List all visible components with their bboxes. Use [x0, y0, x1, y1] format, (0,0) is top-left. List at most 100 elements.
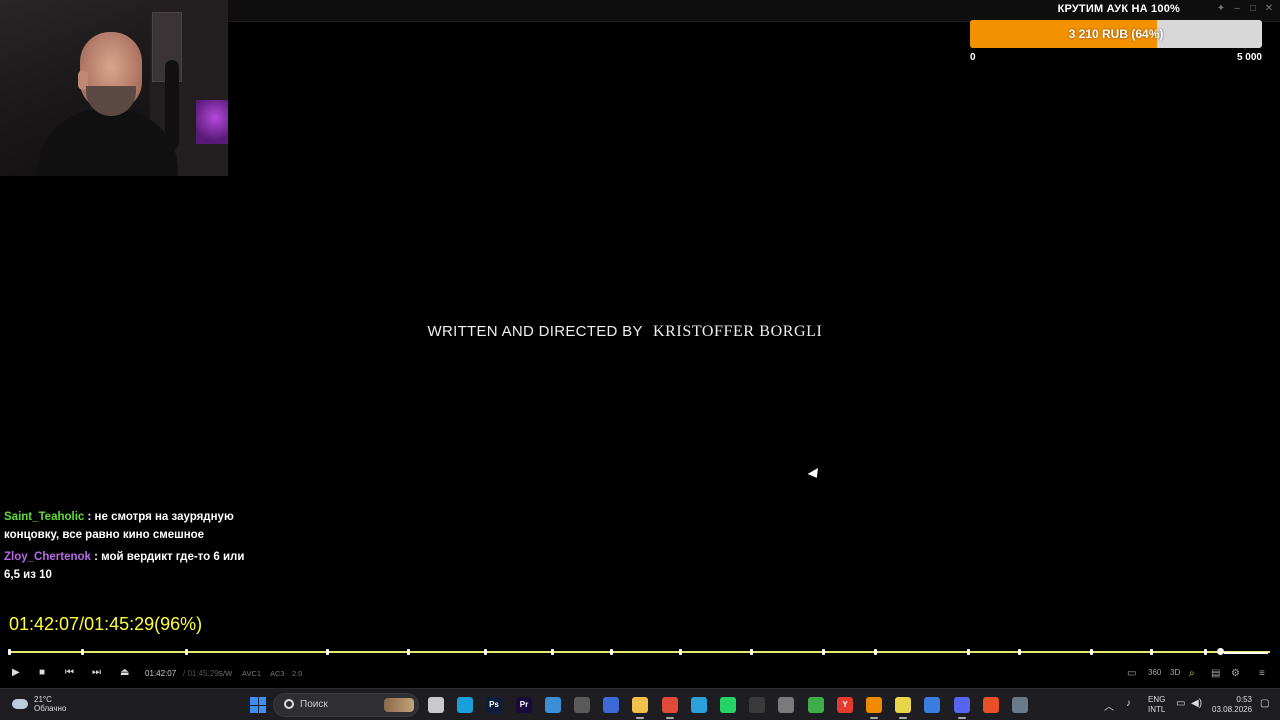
time-total: / 01:45:29	[183, 669, 219, 678]
format-badge: AC3	[270, 669, 285, 678]
gear-icon[interactable]: ⚙	[1231, 668, 1240, 679]
app-green-icon[interactable]	[808, 697, 824, 713]
snipping-icon[interactable]	[603, 697, 619, 713]
whatsapp-icon[interactable]	[720, 697, 736, 713]
format-badge: 2.0	[292, 669, 303, 678]
credits-prefix: WRITTEN AND DIRECTED BY	[427, 323, 643, 340]
tray-chevron-icon[interactable]: ︿	[1104, 698, 1114, 720]
mouse-cursor-icon	[807, 468, 822, 481]
goal-progress-text: 3 210 RUB (64%)	[1068, 27, 1164, 41]
keyboard-layout: INTL	[1148, 705, 1166, 714]
chapter-marker[interactable]	[8, 649, 11, 655]
search-icon	[284, 699, 294, 709]
chrome-icon[interactable]	[662, 697, 678, 713]
edge-icon[interactable]	[457, 697, 473, 713]
chapter-marker[interactable]	[874, 649, 877, 655]
chapter-marker[interactable]	[81, 649, 84, 655]
prev-icon[interactable]: ⏮	[65, 667, 74, 678]
language-code: ENG	[1148, 695, 1166, 704]
app-orange-icon[interactable]	[983, 697, 999, 713]
chat-message: Zloy_Chertenok : мой вердикт где-то 6 ил…	[4, 548, 254, 584]
search-highlight-image	[384, 698, 414, 712]
app-active-indicator	[870, 717, 878, 719]
volume-fill	[1224, 652, 1268, 654]
playback-timer: 01:42:07/01:45:29(96%)	[9, 614, 203, 634]
donation-goal-widget: КРУТИМ АУК НА 100% 3 210 RUB (64%) 0 5 0…	[968, 0, 1264, 64]
app-active-indicator	[899, 717, 907, 719]
chat-username: Saint_Teaholic	[4, 511, 85, 523]
chapter-marker[interactable]	[484, 649, 487, 655]
play-icon[interactable]: ▶	[12, 667, 20, 678]
goal-max-label: 5 000	[1236, 52, 1262, 63]
zoom-icon[interactable]: ⌕	[1189, 668, 1195, 679]
photoshop-icon[interactable]: Ps	[486, 697, 502, 713]
volume-icon[interactable]: ◀)	[1191, 698, 1202, 720]
vlc-icon[interactable]	[866, 697, 882, 713]
chapter-marker[interactable]	[551, 649, 554, 655]
weather-desc: Облачно	[34, 704, 67, 713]
menu-icon[interactable]: ≡	[1259, 668, 1265, 679]
system-clock[interactable]: 0:53 03.08.2026	[1212, 695, 1252, 720]
language-indicator[interactable]: ENG INTL	[1148, 695, 1165, 720]
chapter-marker[interactable]	[407, 649, 410, 655]
webcam-overlay	[0, 0, 228, 176]
chat-message: Saint_Teaholic : не смотря на заурядную …	[4, 508, 254, 544]
webcam-light	[196, 100, 228, 144]
discord-icon[interactable]	[954, 697, 970, 713]
chapter-marker[interactable]	[822, 649, 825, 655]
next-icon[interactable]: ⏭	[92, 667, 101, 678]
chapter-marker[interactable]	[185, 649, 188, 655]
calculator-icon[interactable]	[574, 697, 590, 713]
file-explorer-icon[interactable]	[428, 697, 444, 713]
obs-icon[interactable]	[749, 697, 765, 713]
search-box[interactable]: Поиск	[273, 693, 419, 717]
weather-temp: 21°C	[34, 695, 52, 704]
volume-slider[interactable]	[1224, 652, 1268, 654]
chapter-marker[interactable]	[1150, 649, 1153, 655]
yandex-browser-icon[interactable]: Y	[837, 697, 853, 713]
folder-icon[interactable]	[632, 697, 648, 713]
chapter-marker[interactable]	[1018, 649, 1021, 655]
microphone-icon	[165, 60, 179, 150]
chapter-marker[interactable]	[750, 649, 753, 655]
chat-overlay: Saint_Teaholic : не смотря на заурядную …	[4, 508, 254, 588]
clock-time: 0:53	[1236, 695, 1252, 704]
telegram-icon[interactable]	[691, 697, 707, 713]
app-shield-icon[interactable]	[778, 697, 794, 713]
windows-taskbar: 21°C Облачно Поиск Ps Pr Y ︿ ♪ ENG INTL ▭ …	[0, 688, 1280, 720]
app-grid-icon[interactable]	[924, 697, 940, 713]
eject-icon[interactable]: ⏏	[120, 667, 129, 678]
subtitles-icon[interactable]: ▭	[1127, 668, 1136, 679]
chapter-marker[interactable]	[1204, 649, 1207, 655]
settings-icon[interactable]	[1012, 697, 1028, 713]
film-credits: WRITTEN AND DIRECTED BY KRISTOFFER BORGL…	[0, 323, 1250, 341]
app-blue-icon[interactable]	[545, 697, 561, 713]
credits-name: KRISTOFFER BORGLI	[652, 323, 823, 340]
premiere-icon[interactable]: Pr	[516, 697, 532, 713]
microphone-icon[interactable]: ♪	[1126, 698, 1131, 720]
chapter-marker[interactable]	[326, 649, 329, 655]
chapter-marker[interactable]	[679, 649, 682, 655]
stop-icon[interactable]: ■	[39, 667, 45, 678]
seek-knob[interactable]	[1217, 648, 1224, 655]
cloud-icon	[12, 699, 28, 709]
chapter-marker[interactable]	[1090, 649, 1093, 655]
search-placeholder: Поиск	[300, 699, 328, 710]
seek-bar[interactable]	[8, 648, 1270, 655]
3d-icon[interactable]: 3D	[1170, 668, 1180, 677]
playlist-icon[interactable]: ▤	[1211, 668, 1220, 679]
clock-date: 03.08.2026	[1212, 705, 1253, 714]
chapter-marker[interactable]	[967, 649, 970, 655]
vr-icon[interactable]: 360	[1148, 668, 1161, 677]
time-current: 01:42:07	[145, 669, 177, 678]
app-active-indicator	[958, 717, 966, 719]
sticky-notes-icon[interactable]	[895, 697, 911, 713]
goal-min-label: 0	[970, 52, 976, 63]
goal-progress-bar: 3 210 RUB (64%)	[970, 20, 1262, 48]
weather-widget[interactable]: 21°C Облачно	[12, 695, 66, 713]
windows-start-icon[interactable]	[250, 697, 266, 713]
chapter-marker[interactable]	[610, 649, 613, 655]
network-icon[interactable]: ▭	[1176, 698, 1185, 720]
notifications-icon[interactable]: ▢	[1260, 698, 1269, 720]
close-icon[interactable]: ✕	[1264, 4, 1274, 14]
